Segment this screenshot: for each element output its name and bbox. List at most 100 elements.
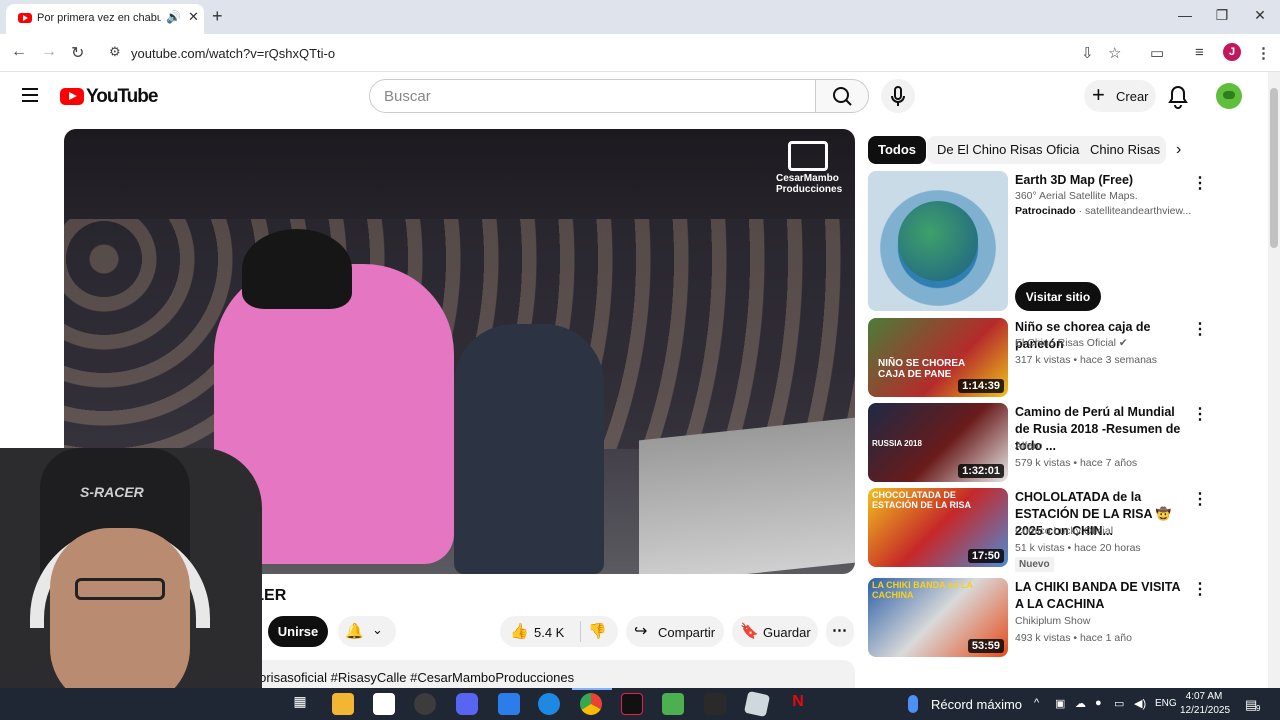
browser-tab-strip: Por primera vez en chabuca 🔊 ✕ + — ❐ ✕: [0, 0, 1280, 34]
create-button[interactable]: + Crear: [1084, 80, 1156, 112]
show-hidden-icons-chevron-icon[interactable]: ^: [1034, 697, 1039, 709]
ad-thumbnail[interactable]: [868, 171, 1008, 311]
browser-tab[interactable]: Por primera vez en chabuca 🔊 ✕: [6, 4, 204, 34]
video-menu-icon[interactable]: ⋮: [1192, 489, 1208, 509]
video-thumbnail[interactable]: NIÑO SE CHOREA CAJA DE PANE 1:14:39: [868, 318, 1008, 397]
weather-record-label[interactable]: Récord máximo: [931, 697, 1022, 712]
video-thumbnail[interactable]: LA CHIKI BANDA en LA CACHINA 53:59: [868, 578, 1008, 657]
chevron-right-icon[interactable]: ›: [1176, 141, 1181, 159]
install-app-icon[interactable]: ⇩: [1081, 44, 1094, 62]
menu-kebab-icon[interactable]: ⋮: [1256, 44, 1271, 62]
video-frame-barrier: [639, 417, 855, 574]
bookmark-star-icon[interactable]: ☆: [1108, 44, 1121, 62]
save-button[interactable]: 🔖 Guardar: [732, 616, 818, 647]
chrome-icon[interactable]: [580, 693, 602, 715]
obs-icon[interactable]: [414, 693, 436, 715]
forward-arrow-icon[interactable]: →: [41, 43, 57, 61]
voice-search-button[interactable]: [881, 79, 915, 113]
video-watermark: CesarMambo Producciones: [776, 173, 843, 195]
volume-icon[interactable]: ◀): [1134, 697, 1146, 710]
close-window-button[interactable]: ✕: [1245, 7, 1275, 24]
scrollbar-thumb[interactable]: [1270, 88, 1278, 248]
discord-icon[interactable]: [456, 693, 478, 715]
tiktok-icon[interactable]: [621, 693, 643, 715]
visit-site-button[interactable]: Visitar sitio: [1015, 282, 1101, 311]
hamburger-menu-icon[interactable]: [22, 88, 38, 102]
thumbnail-text: RUSSIA 2018: [872, 439, 922, 448]
description-hashtags[interactable]: inorisasoficial #RisasyCalle #CesarMambo…: [249, 670, 574, 685]
back-arrow-icon[interactable]: ←: [11, 43, 27, 61]
dislike-icon[interactable]: 👎: [588, 622, 607, 640]
close-tab-icon[interactable]: ✕: [188, 9, 199, 25]
minimize-button[interactable]: —: [1170, 7, 1200, 23]
roblox-icon[interactable]: [743, 690, 771, 718]
youtube-logo-text[interactable]: YouTube: [86, 86, 158, 108]
chip-channel[interactable]: De El Chino Risas Oficial: [927, 136, 1093, 164]
like-icon[interactable]: 👍: [510, 622, 529, 640]
chip-chino-risas[interactable]: Chino Risas: [1080, 136, 1166, 164]
video-title[interactable]: LA CHIKI BANDA DE VISITA A LA CACHINA: [1015, 579, 1185, 613]
thermometer-icon: [908, 695, 918, 713]
subscription-bell-button[interactable]: 🔔 ⌄: [338, 616, 396, 647]
new-tab-button[interactable]: +: [212, 6, 223, 27]
maximize-button[interactable]: ❐: [1207, 7, 1237, 24]
ad-sponsored: Patrocinado: [1015, 205, 1076, 217]
ad-title[interactable]: Earth 3D Map (Free): [1015, 172, 1185, 189]
join-button[interactable]: Unirse: [268, 616, 328, 647]
video-duration: 1:32:01: [958, 464, 1004, 478]
file-explorer-icon[interactable]: [332, 693, 354, 715]
share-button[interactable]: ↪ Compartir: [626, 616, 724, 647]
language-indicator[interactable]: ENG: [1155, 698, 1177, 709]
tray-app-icon[interactable]: ▣: [1055, 697, 1065, 710]
clock-time: 4:07 AM: [1185, 691, 1223, 702]
media-controls-icon[interactable]: ≡: [1195, 44, 1204, 61]
netflix-icon[interactable]: N: [787, 693, 809, 715]
app-installer-icon[interactable]: [498, 693, 520, 715]
cast-icon[interactable]: ▭: [1150, 44, 1164, 62]
search-input[interactable]: [369, 79, 816, 113]
url-text[interactable]: youtube.com/watch?v=rQshxQTti-o: [131, 46, 335, 61]
chip-todos[interactable]: Todos: [868, 136, 927, 164]
onedrive-icon[interactable]: ☁: [1075, 697, 1086, 710]
thumbnail-text: LA CHIKI BANDA en LA CACHINA: [872, 580, 973, 600]
like-count[interactable]: 5.4 K: [534, 625, 564, 640]
address-bar[interactable]: ⚙ youtube.com/watch?v=rQshxQTti-o: [100, 38, 1176, 68]
bookmark-icon: 🔖: [740, 623, 759, 640]
page-scrollbar[interactable]: [1268, 72, 1280, 688]
edge-icon[interactable]: [538, 693, 560, 715]
video-menu-icon[interactable]: ⋮: [1192, 319, 1208, 339]
store-icon[interactable]: [373, 693, 395, 715]
globe-image: [898, 201, 978, 281]
site-info-icon[interactable]: ⚙: [109, 44, 121, 60]
search-icon: [833, 87, 852, 106]
system-clock[interactable]: 4:07 AM 12/21/2025: [1180, 690, 1230, 718]
thumbnail-text: NIÑO SE CHOREA CAJA DE PANE: [878, 358, 965, 380]
video-channel[interactable]: Alfaro: [1015, 440, 1195, 452]
new-badge: Nuevo: [1015, 557, 1054, 572]
ad-sponsor-line: Patrocinado · satelliteandearthview...: [1015, 205, 1192, 217]
windows-taskbar: ▦ N Récord máximo ^ ▣ ☁ ● ▭ ◀) ENG 4:07 …: [0, 688, 1280, 720]
ad-domain: satelliteandearthview...: [1085, 205, 1192, 217]
video-channel[interactable]: Comico Lucky Oficial: [1015, 525, 1195, 537]
user-avatar[interactable]: [1216, 83, 1242, 109]
epic-games-icon[interactable]: [704, 693, 726, 715]
ad-menu-icon[interactable]: ⋮: [1192, 173, 1208, 193]
task-view-icon[interactable]: ▦: [289, 693, 311, 715]
youtube-logo-icon[interactable]: [60, 88, 84, 105]
video-menu-icon[interactable]: ⋮: [1192, 404, 1208, 424]
network-icon[interactable]: ▭: [1114, 697, 1124, 710]
video-channel[interactable]: El Chino Risas Oficial: [1015, 337, 1116, 349]
microphone-tray-icon[interactable]: ●: [1095, 697, 1102, 709]
video-thumbnail[interactable]: RUSSIA 2018 1:32:01: [868, 403, 1008, 482]
search-button[interactable]: [815, 79, 869, 113]
notifications-bell-icon[interactable]: [1167, 85, 1189, 109]
create-label: Crear: [1116, 89, 1149, 104]
minecraft-icon[interactable]: [662, 693, 684, 715]
video-channel[interactable]: Chikiplum Show: [1015, 615, 1195, 627]
more-actions-button[interactable]: ⋯: [826, 616, 854, 647]
video-menu-icon[interactable]: ⋮: [1192, 579, 1208, 599]
reload-icon[interactable]: ↻: [71, 43, 84, 63]
speaker-icon[interactable]: 🔊: [166, 10, 181, 24]
video-thumbnail[interactable]: CHOCOLATADA DE ESTACIÓN DE LA RISA 17:50: [868, 488, 1008, 567]
profile-avatar[interactable]: J: [1223, 43, 1241, 61]
